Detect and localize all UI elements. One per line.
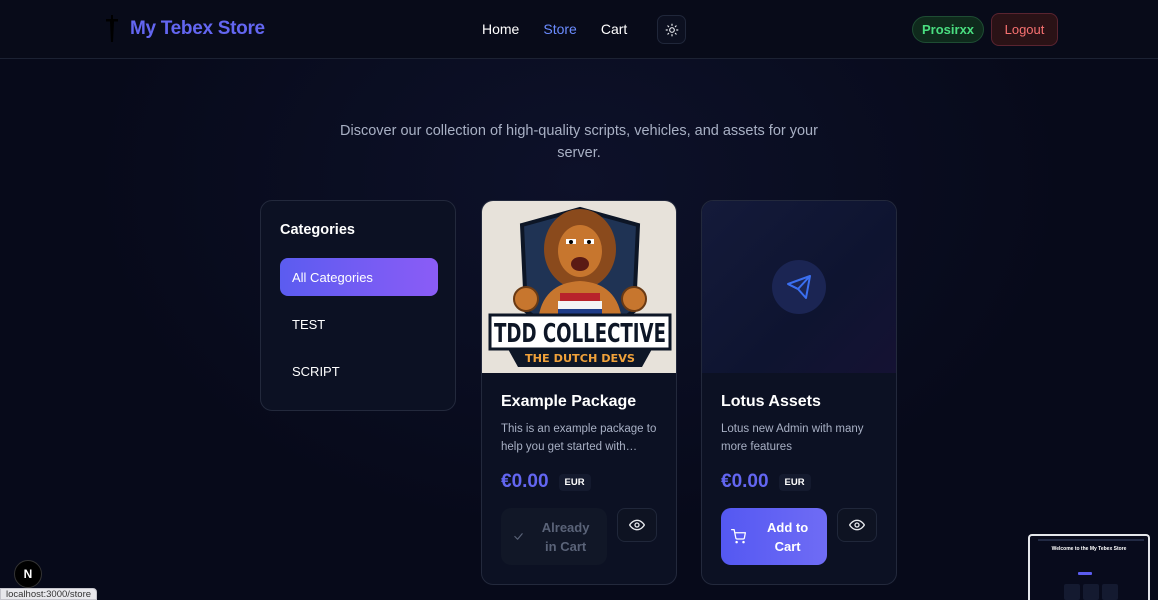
view-details-button[interactable] bbox=[617, 508, 657, 542]
nav-home[interactable]: Home bbox=[482, 21, 519, 37]
preview-button bbox=[1078, 572, 1092, 575]
image-subtitle-text: THE DUTCH DEVS bbox=[525, 352, 635, 365]
add-to-cart-button[interactable]: Add to Cart bbox=[721, 508, 828, 565]
brand[interactable]: My Tebex Store bbox=[104, 14, 265, 44]
main-nav: Home Store Cart bbox=[482, 21, 627, 37]
view-details-button[interactable] bbox=[837, 508, 877, 542]
nav-cart[interactable]: Cart bbox=[601, 21, 627, 37]
category-all[interactable]: All Categories bbox=[280, 258, 438, 296]
nav-store[interactable]: Store bbox=[543, 21, 576, 37]
product-price: €0.00 bbox=[501, 471, 549, 492]
category-script[interactable]: SCRIPT bbox=[280, 352, 438, 390]
category-test[interactable]: TEST bbox=[280, 305, 438, 343]
currency-badge: EUR bbox=[558, 473, 591, 491]
sun-icon bbox=[665, 23, 678, 36]
currency-badge: EUR bbox=[778, 473, 811, 491]
page-preview-thumbnail[interactable]: Welcome to the My Tebex Store bbox=[1028, 534, 1150, 600]
categories-panel: Categories All Categories TEST SCRIPT bbox=[260, 200, 456, 411]
brand-title: My Tebex Store bbox=[130, 18, 265, 39]
theme-toggle-button[interactable] bbox=[657, 15, 686, 44]
product-title[interactable]: Lotus Assets bbox=[721, 393, 877, 411]
cart-button-label: Already in Cart bbox=[541, 519, 590, 554]
store-intro-text: Discover our collection of high-quality … bbox=[340, 123, 818, 161]
top-navbar: My Tebex Store Home Store Cart Prosirxx … bbox=[0, 0, 1158, 59]
package-placeholder-icon bbox=[787, 275, 811, 299]
placeholder-icon-circle bbox=[772, 260, 826, 314]
product-card: Lotus Assets Lotus new Admin with many m… bbox=[701, 200, 897, 585]
username-badge[interactable]: Prosirxx bbox=[912, 16, 985, 43]
preview-card bbox=[1083, 584, 1099, 600]
cart-button-label: Add to Cart bbox=[767, 519, 809, 554]
eye-icon bbox=[629, 519, 646, 531]
preview-card bbox=[1064, 584, 1080, 600]
product-image[interactable]: TDD COLLECTIVE THE DUTCH DEVS bbox=[482, 201, 676, 373]
preview-card bbox=[1102, 584, 1118, 600]
product-card: TDD COLLECTIVE THE DUTCH DEVS Example Pa… bbox=[481, 200, 677, 585]
dagger-icon bbox=[104, 14, 120, 44]
product-price: €0.00 bbox=[721, 471, 769, 492]
image-title-text: TDD COLLECTIVE bbox=[494, 319, 666, 349]
product-description: Lotus new Admin with many more features bbox=[721, 423, 864, 453]
status-bar-url: localhost:3000/store bbox=[0, 588, 98, 600]
categories-title: Categories bbox=[280, 222, 355, 238]
product-title[interactable]: Example Package bbox=[501, 393, 657, 411]
product-description: This is an example package to help you g… bbox=[501, 423, 657, 453]
check-icon bbox=[513, 533, 523, 540]
lion-logo: TDD COLLECTIVE THE DUTCH DEVS bbox=[482, 201, 676, 373]
already-in-cart-button[interactable]: Already in Cart bbox=[501, 508, 608, 565]
logout-button[interactable]: Logout bbox=[991, 13, 1058, 46]
nextjs-dev-badge[interactable]: N bbox=[14, 560, 42, 588]
cart-icon bbox=[730, 529, 746, 544]
product-image-placeholder[interactable] bbox=[702, 201, 896, 373]
eye-icon bbox=[849, 519, 866, 531]
preview-title: Welcome to the My Tebex Store bbox=[1051, 546, 1127, 552]
preview-navbar bbox=[1038, 539, 1144, 541]
